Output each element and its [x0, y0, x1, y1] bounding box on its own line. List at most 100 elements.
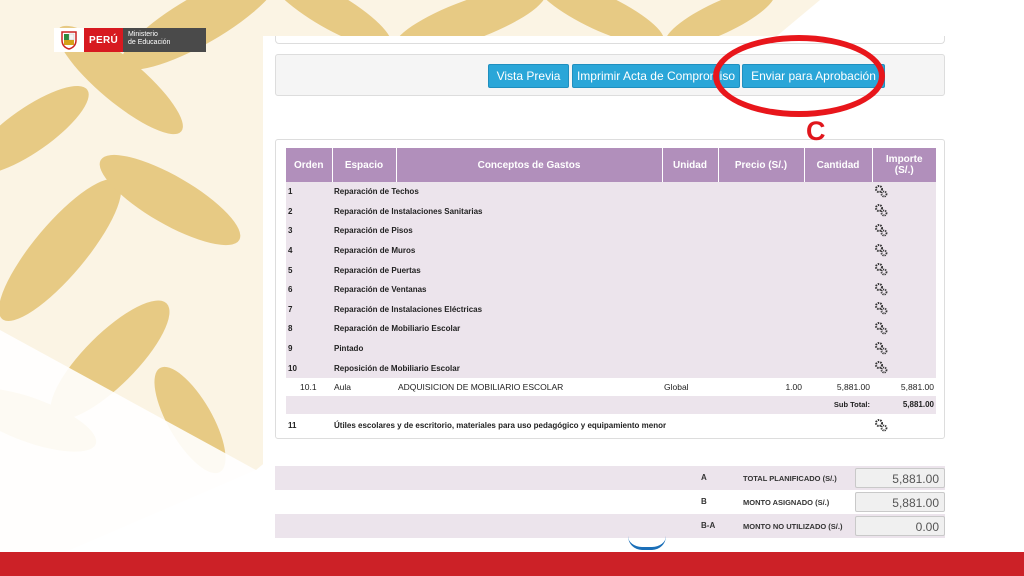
summary-row-assigned: B MONTO ASIGNADO (S/.) 5,881.00: [275, 490, 945, 514]
gear-icon[interactable]: [874, 203, 888, 217]
row-action: [872, 201, 936, 222]
header-importe-line1: Importe: [885, 154, 923, 165]
row-label: Reposición de Mobiliario Escolar: [332, 358, 872, 378]
row-action: [872, 279, 936, 300]
row-label: Reparación de Ventanas: [332, 279, 872, 300]
total-planned-field[interactable]: 5,881.00: [855, 468, 945, 488]
item-precio: 1.00: [718, 377, 804, 396]
table-row: 5 Reparación de Puertas: [286, 260, 936, 280]
row-label: Reparación de Mobiliario Escolar: [332, 319, 872, 339]
summary-label: MONTO ASIGNADO (S/.): [743, 498, 830, 507]
gear-icon[interactable]: [874, 341, 888, 355]
table-header-row: Orden Espacio Conceptos de Gastos Unidad…: [286, 148, 936, 182]
assigned-amount-field[interactable]: 5,881.00: [855, 492, 945, 512]
summary-code: B-A: [701, 521, 716, 530]
row-orden: 9: [286, 338, 332, 359]
summary-code: B: [701, 497, 707, 506]
header-conceptos: Conceptos de Gastos: [396, 148, 663, 182]
summary-label: TOTAL PLANIFICADO (S/.): [743, 474, 837, 483]
item-importe: 5,881.00: [872, 377, 936, 396]
table-row-subtotal: Sub Total: 5,881.00: [286, 395, 936, 414]
summary-label: MONTO NO UTILIZADO (S/.): [743, 522, 843, 531]
coat-of-arms-icon: [54, 28, 84, 52]
row-action: [872, 260, 936, 280]
gear-icon[interactable]: [874, 301, 888, 315]
row-label: Reparación de Puertas: [332, 260, 872, 280]
logo-country: PERÚ: [84, 28, 123, 52]
gear-icon[interactable]: [874, 262, 888, 276]
unused-amount-field[interactable]: 0.00: [855, 516, 945, 536]
logo-ministry-line2: de Educación: [127, 39, 171, 46]
annotation-letter: C: [806, 116, 826, 146]
table-row: 3 Reparación de Pisos: [286, 221, 936, 241]
row-label: Pintado: [332, 338, 872, 359]
summary-row-total-planned: A TOTAL PLANIFICADO (S/.) 5,881.00: [275, 466, 945, 490]
item-orden: 10.1: [286, 377, 332, 396]
gear-icon[interactable]: [874, 282, 888, 296]
row-orden: 6: [286, 279, 332, 300]
header-cantidad: Cantidad: [804, 148, 873, 182]
row-orden: 4: [286, 240, 332, 261]
minedu-logo: PERÚ Ministerio de Educación: [54, 28, 207, 52]
item-espacio: Aula: [332, 377, 396, 396]
row-label: Reparación de Instalaciones Eléctricas: [332, 299, 872, 320]
row-action: [872, 182, 936, 202]
logo-ministry: Ministerio de Educación: [122, 28, 207, 52]
expenses-table: Orden Espacio Conceptos de Gastos Unidad…: [286, 148, 936, 438]
subtotal-value: 5,881.00: [872, 395, 936, 414]
row-orden: 1: [286, 182, 332, 202]
header-unidad: Unidad: [662, 148, 719, 182]
row-orden: 3: [286, 221, 332, 241]
row-action: [872, 221, 936, 241]
table-row: 9 Pintado: [286, 338, 936, 359]
header-espacio: Espacio: [332, 148, 397, 182]
expenses-table-panel: Orden Espacio Conceptos de Gastos Unidad…: [275, 139, 945, 439]
row-label: Útiles escolares y de escritorio, materi…: [332, 413, 872, 438]
gear-icon[interactable]: [874, 243, 888, 257]
row-orden: 5: [286, 260, 332, 280]
row-label: Reparación de Techos: [332, 182, 872, 202]
header-importe: Importe (S/.): [872, 148, 936, 182]
table-row: 2 Reparación de Instalaciones Sanitarias: [286, 201, 936, 222]
gear-icon[interactable]: [874, 223, 888, 237]
header-orden: Orden: [286, 148, 333, 182]
table-row: 10 Reposición de Mobiliario Escolar: [286, 358, 936, 378]
row-orden: 11: [286, 413, 332, 438]
table-row-item: 10.1 Aula ADQUISICION DE MOBILIARIO ESCO…: [286, 377, 936, 396]
summary-row-unused: B-A MONTO NO UTILIZADO (S/.) 0.00: [275, 514, 945, 538]
row-action: [872, 299, 936, 320]
row-action: [872, 240, 936, 261]
row-action: [872, 338, 936, 359]
table-row: 1 Reparación de Techos: [286, 182, 936, 202]
preview-button[interactable]: Vista Previa: [488, 64, 569, 88]
row-orden: 10: [286, 358, 332, 378]
item-cantidad: 5,881.00: [804, 377, 872, 396]
row-orden: 7: [286, 299, 332, 320]
row-orden: 2: [286, 201, 332, 222]
logo-ministry-line1: Ministerio: [127, 31, 158, 38]
annotation-highlight-ellipse: [713, 35, 885, 117]
summary-section: A TOTAL PLANIFICADO (S/.) 5,881.00 B MON…: [275, 466, 945, 538]
gear-icon[interactable]: [874, 418, 888, 432]
row-action: [872, 413, 936, 438]
header-importe-line2: (S/.): [894, 165, 914, 176]
row-label: Reparación de Pisos: [332, 221, 872, 241]
item-unidad: Global: [662, 377, 718, 396]
gear-icon[interactable]: [874, 321, 888, 335]
row-label: Reparación de Muros: [332, 240, 872, 261]
header-precio: Precio (S/.): [718, 148, 805, 182]
gear-icon[interactable]: [874, 184, 888, 198]
table-row: 4 Reparación de Muros: [286, 240, 936, 261]
gear-icon[interactable]: [874, 360, 888, 374]
table-row: 6 Reparación de Ventanas: [286, 279, 936, 300]
footer-bar: [0, 552, 1024, 576]
row-action: [872, 358, 936, 378]
table-row: 7 Reparación de Instalaciones Eléctricas: [286, 299, 936, 320]
row-label: Reparación de Instalaciones Sanitarias: [332, 201, 872, 222]
row-action: [872, 319, 936, 339]
table-row: 11 Útiles escolares y de escritorio, mat…: [286, 413, 936, 438]
item-concepto: ADQUISICION DE MOBILIARIO ESCOLAR: [396, 377, 662, 396]
summary-code: A: [701, 473, 707, 482]
row-orden: 8: [286, 319, 332, 339]
table-row: 8 Reparación de Mobiliario Escolar: [286, 319, 936, 339]
